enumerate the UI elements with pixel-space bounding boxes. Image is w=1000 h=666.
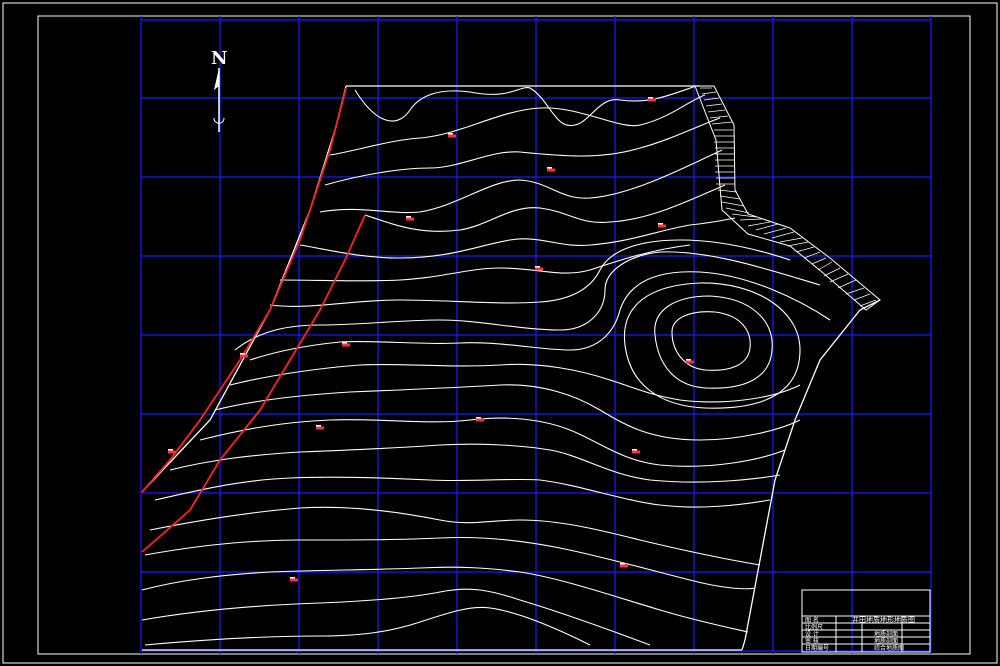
north-arrow: N: [211, 48, 227, 132]
outer-frame: [2, 2, 998, 664]
borehole-marker: [620, 564, 628, 568]
borehole-marker: [448, 134, 456, 138]
borehole-marker-cap: [476, 417, 481, 419]
hatch-line: [705, 103, 723, 107]
title-block-row-1-left: 比例尺: [805, 623, 823, 631]
borehole-marker-cap: [686, 359, 691, 361]
borehole-marker: [240, 354, 248, 358]
title-block-row-2-left: 设 计: [805, 630, 819, 638]
borehole-marker-cap: [168, 449, 173, 451]
hatch-line: [771, 231, 795, 239]
title-block-row-4-left: 日期编号: [805, 644, 829, 652]
fault-lines: [141, 87, 366, 553]
hatch-line: [719, 195, 741, 200]
hatch-line: [721, 201, 745, 207]
hatch-line: [739, 218, 763, 221]
hatch-line: [829, 273, 849, 283]
borehole-marker-cap: [290, 577, 295, 579]
borehole-marker-cap: [406, 216, 411, 218]
borehole-marker: [658, 224, 666, 228]
borehole-marker: [648, 98, 656, 102]
hatch-line: [795, 246, 815, 253]
survey-boundary: [141, 85, 881, 651]
hatch-line: [823, 267, 841, 277]
borehole-marker: [406, 217, 414, 221]
hatch-line: [817, 261, 833, 271]
borehole-marker-cap: [535, 266, 540, 268]
contour-lines: [141, 85, 831, 646]
borehole-marker: [168, 450, 176, 454]
borehole-marker-cap: [648, 97, 653, 99]
borehole-marker: [535, 267, 543, 271]
hatch-line: [709, 115, 729, 119]
north-label: N: [211, 48, 227, 69]
coordinate-grid: [140, 16, 932, 654]
hatch-line: [845, 287, 865, 295]
hatch-line: [701, 91, 717, 95]
hatch-line: [787, 241, 809, 247]
title-block-row-0-left: 图 名: [805, 616, 819, 624]
borehole-marker-cap: [316, 425, 321, 427]
borehole-marker: [476, 418, 484, 422]
hatch-line: [803, 251, 821, 259]
hatch-line: [747, 221, 771, 227]
borehole-marker-cap: [620, 563, 625, 565]
contour-map-canvas: N 井田地质地形地质图 图 名 比例尺 设 计 审 核 日期编号 地质剖面 地质…: [2, 2, 998, 664]
hatch-line: [837, 279, 857, 289]
borehole-marker-cap: [632, 449, 637, 451]
borehole-marker-cap: [448, 133, 453, 135]
title-block-title: 井田地质地形地质图: [852, 615, 915, 624]
borehole-marker-cap: [342, 342, 347, 344]
title-block-row-4-right: 综合地质图: [874, 644, 904, 652]
borehole-marker-cap: [658, 223, 663, 225]
hatch-line: [763, 227, 787, 235]
borehole-marker: [632, 450, 640, 454]
borehole-marker-cap: [547, 167, 552, 169]
title-block-row-3-left: 审 核: [805, 637, 819, 645]
hatch-line: [711, 121, 733, 125]
borehole-marker: [342, 343, 350, 347]
borehole-marker: [686, 360, 694, 364]
borehole-marker: [316, 426, 324, 430]
borehole-marker-cap: [240, 353, 245, 355]
hatch-line: [853, 293, 871, 301]
title-block-row-2-right: 地质剖面: [874, 630, 898, 638]
hatch-line: [779, 237, 803, 243]
hatch-line: [811, 257, 827, 265]
borehole-marker: [290, 578, 298, 582]
hatch-line: [755, 223, 779, 231]
title-block-row-3-right: 地质剖面: [874, 637, 898, 645]
borehole-marker: [547, 168, 555, 172]
hatch-line: [707, 109, 726, 113]
